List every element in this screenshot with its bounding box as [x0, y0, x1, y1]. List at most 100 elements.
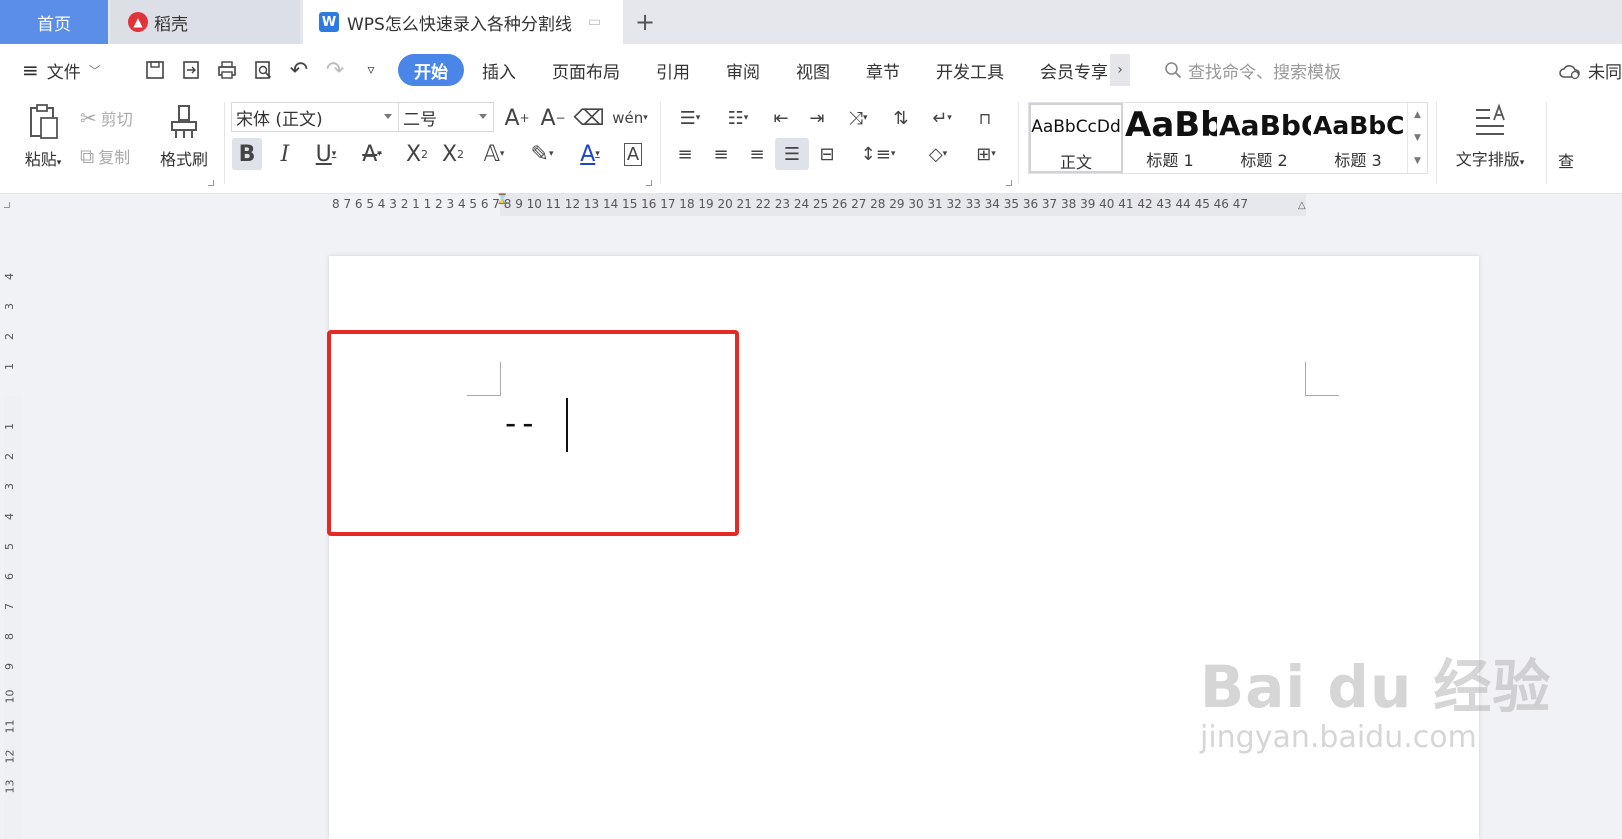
ruler-number: 2 — [3, 453, 16, 460]
ruler-number: 5 — [3, 543, 16, 550]
tab-insert[interactable]: 插入 — [464, 54, 534, 86]
gallery-expand-icon[interactable]: ▼ — [1414, 156, 1421, 166]
daoke-logo-icon: ▲ — [128, 12, 148, 32]
increase-indent-icon[interactable]: ⇥ — [802, 102, 832, 134]
align-center-icon[interactable]: ≡ — [706, 138, 736, 170]
save-icon[interactable] — [144, 59, 166, 81]
bullet-list-icon[interactable]: ☰ ▾ — [670, 102, 710, 134]
show-marks-icon[interactable]: ↵ ▾ — [922, 102, 962, 134]
dialog-launcher-icon[interactable] — [646, 180, 652, 186]
tab-selector-icon[interactable] — [4, 202, 10, 208]
strikethrough-icon[interactable]: A ▾ — [352, 138, 392, 170]
tab-home-ribbon[interactable]: 开始 — [398, 54, 464, 86]
style-sample: AaBbCc — [1313, 110, 1405, 140]
undo-icon[interactable]: ↶ — [288, 58, 310, 83]
paste-button[interactable]: 粘贴▾ — [18, 102, 68, 170]
subscript-icon[interactable]: X2 — [438, 138, 468, 170]
tab-chapter[interactable]: 章节 — [848, 54, 918, 86]
font-name-value: 宋体 (正文) — [236, 109, 323, 130]
borders-icon[interactable]: ⊞ ▾ — [966, 138, 1006, 170]
gallery-scroll[interactable]: ▲ ▼ ▼ — [1407, 103, 1427, 173]
style-normal[interactable]: AaBbCcDd 正文 — [1029, 103, 1123, 173]
cut-button[interactable]: ✂ 剪切 — [80, 106, 133, 130]
tab-document[interactable]: W WPS怎么快速录入各种分割线 ▭ — [303, 0, 623, 44]
tab-label: 会员专享 — [1040, 62, 1108, 83]
tab-page-layout[interactable]: 页面布局 — [534, 54, 638, 86]
highlight-icon[interactable]: ✎ ▾ — [522, 138, 562, 170]
ruler-number: 11 — [3, 719, 17, 734]
sort-icon[interactable]: ⇅ — [886, 102, 916, 134]
justify-icon[interactable]: ☰ — [775, 138, 809, 170]
tab-review[interactable]: 审阅 — [708, 54, 778, 86]
copy-icon: ⧉ — [80, 144, 95, 168]
distribute-icon[interactable]: ⊟ — [812, 138, 842, 170]
tab-home[interactable]: 首页 — [0, 0, 108, 44]
style-name: 标题 2 — [1240, 151, 1288, 170]
tab-daoke-label: 稻壳 — [154, 14, 188, 35]
numbered-list-icon[interactable]: ☷ ▾ — [718, 102, 758, 134]
text-effect-icon[interactable]: 𝔸 ▾ — [474, 138, 514, 170]
add-tab-button[interactable]: + — [630, 0, 660, 44]
tab-label: 章节 — [866, 62, 900, 83]
ruler-number: 1 — [3, 363, 16, 370]
superscript-icon[interactable]: X2 — [402, 138, 432, 170]
line-spacing-icon[interactable]: ↕≡ ▾ — [856, 138, 900, 170]
customize-toolbar-icon[interactable]: ▿ — [360, 59, 382, 81]
font-name-select[interactable]: 宋体 (正文) — [231, 102, 399, 132]
tab-view[interactable]: 视图 — [778, 54, 848, 86]
char-border-icon[interactable]: A — [618, 138, 648, 170]
dialog-launcher-icon[interactable] — [1006, 180, 1012, 186]
tab-developer[interactable]: 开发工具 — [918, 54, 1022, 86]
watermark-sub: jingyan.baidu.com — [1200, 720, 1477, 755]
decrease-indent-icon[interactable]: ⇤ — [766, 102, 796, 134]
chevron-right-icon: › — [1117, 62, 1123, 78]
redo-icon[interactable]: ↷ — [324, 58, 346, 83]
chinese-layout-icon[interactable]: ⤨ ▾ — [838, 102, 878, 134]
format-painter-button[interactable]: 格式刷 — [156, 102, 212, 170]
horizontal-ruler[interactable]: 8 7 6 5 4 3 2 1 1 2 3 4 5 6 7 8 9 10 11 … — [0, 194, 1622, 216]
bold-icon[interactable]: B — [232, 138, 262, 170]
shading-icon[interactable]: ◇ ▾ — [918, 138, 958, 170]
tab-member[interactable]: 会员专享 — [1022, 54, 1110, 86]
text-layout-button[interactable]: 文字排版▾ — [1448, 102, 1532, 170]
font-size-select[interactable]: 二号 — [398, 102, 494, 132]
vertical-ruler[interactable]: 4 3 2 1 1 2 3 4 5 6 7 8 9 10 11 12 13 — [0, 256, 22, 839]
find-button[interactable]: 查 — [1558, 148, 1574, 172]
align-right-icon[interactable]: ≡ — [742, 138, 772, 170]
chevron-up-icon[interactable]: ▲ — [1414, 110, 1421, 120]
font-color-icon[interactable]: A ▾ — [570, 138, 610, 170]
underline-icon[interactable]: U ▾ — [306, 138, 346, 170]
indent-marker-icon[interactable]: ⌛ — [496, 194, 508, 205]
export-pdf-icon[interactable] — [180, 59, 202, 81]
command-search[interactable]: 查找命令、搜索模板 — [1164, 58, 1341, 83]
copy-button[interactable]: ⧉ 复制 — [80, 144, 130, 168]
caret-icon — [384, 114, 392, 119]
tab-daoke[interactable]: ▲ 稻壳 — [110, 0, 300, 44]
dialog-launcher-icon[interactable] — [208, 180, 214, 186]
tab-restore-icon[interactable]: ▭ — [588, 14, 601, 30]
sync-status-label: 未同步 — [1588, 63, 1622, 83]
align-left-icon[interactable]: ≡ — [670, 138, 700, 170]
shrink-font-icon[interactable]: A − — [538, 102, 568, 134]
tab-label: 视图 — [796, 62, 830, 83]
style-heading-2[interactable]: AaBbC 标题 2 — [1217, 103, 1311, 173]
ruler-number: 4 — [3, 273, 16, 280]
file-menu[interactable]: ≡ 文件 ﹀ — [22, 58, 132, 83]
pinyin-guide-icon[interactable]: wén ▾ — [608, 102, 652, 134]
style-heading-1[interactable]: AaBb 标题 1 — [1123, 103, 1217, 173]
divider — [1018, 102, 1019, 184]
more-tabs-button[interactable]: › — [1110, 54, 1130, 86]
print-icon[interactable] — [216, 59, 238, 81]
menu-row: ≡ 文件 ﹀ ↶ ↷ ▿ 开始 插入 页面布局 引用 审阅 视图 章节 开发工具… — [0, 44, 1622, 96]
italic-icon[interactable]: I — [270, 138, 300, 170]
ribbon-home: 粘贴▾ ✂ 剪切 ⧉ 复制 格式刷 宋体 (正文) 二号 A + A − ⌫ wén… — [0, 96, 1622, 194]
grow-font-icon[interactable]: A + — [502, 102, 532, 134]
tab-references[interactable]: 引用 — [638, 54, 708, 86]
sync-status[interactable]: 未同步 — [1558, 58, 1622, 83]
style-heading-3[interactable]: AaBbCc 标题 3 — [1311, 103, 1405, 173]
right-indent-marker-icon[interactable]: △ — [1298, 200, 1306, 211]
print-preview-icon[interactable] — [252, 59, 274, 81]
clear-format-icon[interactable]: ⌫ — [573, 102, 604, 134]
tab-stops-icon[interactable]: ⊓ — [970, 102, 1000, 134]
chevron-down-icon[interactable]: ▼ — [1414, 133, 1421, 143]
